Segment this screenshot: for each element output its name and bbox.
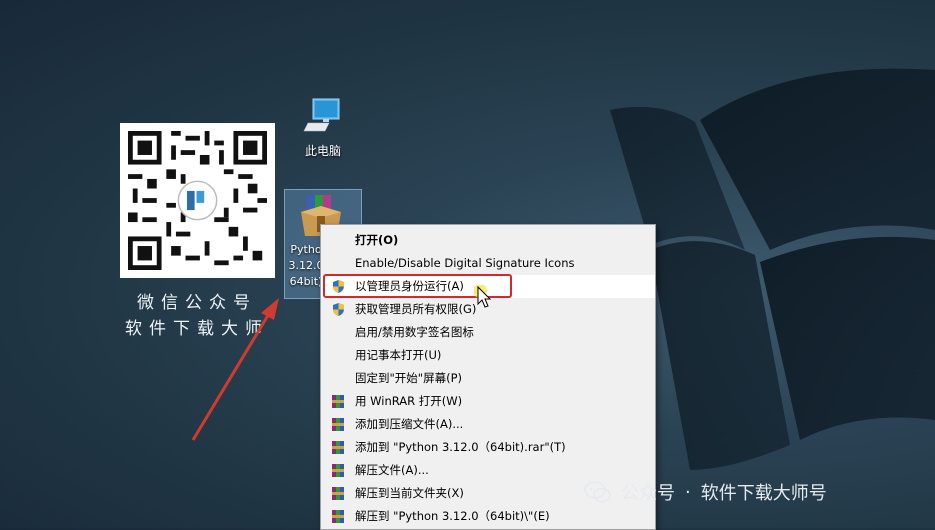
desktop-icon-this-pc[interactable]: 此电脑 xyxy=(293,95,353,159)
watermark-prefix: 公众号 xyxy=(621,483,675,504)
winrar-icon xyxy=(331,394,346,409)
winrar-icon xyxy=(331,417,346,432)
mouse-cursor-icon xyxy=(474,285,492,308)
menu-item-add-to-named-rar[interactable]: 添加到 "Python 3.12.0（64bit).rar"(T) xyxy=(321,436,655,459)
wechat-icon xyxy=(584,481,611,503)
menu-item-digital-signature-icons[interactable]: Enable/Disable Digital Signature Icons xyxy=(321,252,655,275)
computer-icon xyxy=(303,98,340,132)
watermark-name: 软件下载大师号 xyxy=(700,483,827,504)
wechat-watermark: 公众号 · 软件下载大师号 xyxy=(583,480,827,504)
uac-shield-icon xyxy=(331,302,346,317)
menu-item-pin-to-start[interactable]: 固定到"开始"屏幕(P) xyxy=(321,367,655,390)
menu-item-extract-files[interactable]: 解压文件(A)... xyxy=(321,459,655,482)
watermark-separator: · xyxy=(685,481,691,503)
menu-item-extract-to-folder[interactable]: 解压到 "Python 3.12.0（64bit)\"(E) xyxy=(321,505,655,528)
qr-code-image xyxy=(128,131,267,270)
qr-caption-line2: 软件下载大师 xyxy=(125,319,269,339)
winrar-icon xyxy=(331,463,346,478)
winrar-icon xyxy=(331,486,346,501)
qr-code-card xyxy=(120,123,275,278)
this-pc-label: 此电脑 xyxy=(304,144,341,158)
winrar-icon xyxy=(331,509,346,524)
menu-item-open[interactable]: 打开(O) xyxy=(321,229,655,252)
qr-caption-line1: 微信公众号 xyxy=(137,293,257,313)
menu-item-open-with-winrar[interactable]: 用 WinRAR 打开(W) xyxy=(321,390,655,413)
menu-item-add-to-archive[interactable]: 添加到压缩文件(A)... xyxy=(321,413,655,436)
menu-item-open-with-notepad[interactable]: 用记事本打开(U) xyxy=(321,344,655,367)
winrar-icon xyxy=(331,440,346,455)
menu-item-toggle-signature-icons[interactable]: 启用/禁用数字签名图标 xyxy=(321,321,655,344)
